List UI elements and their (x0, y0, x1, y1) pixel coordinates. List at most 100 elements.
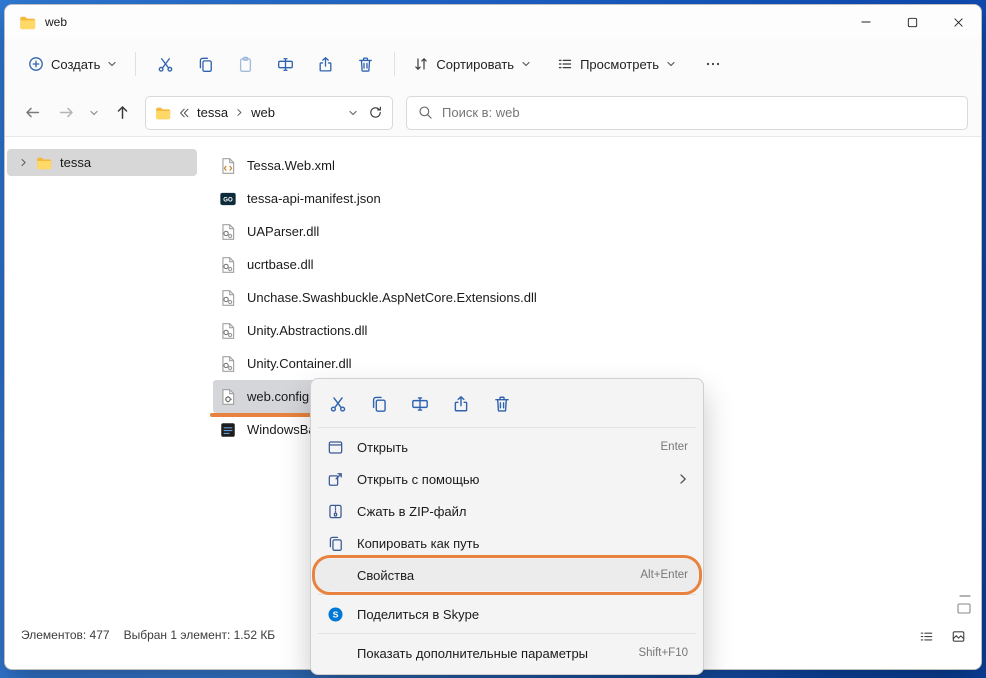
copy-button[interactable] (185, 45, 225, 83)
paste-button[interactable] (225, 45, 265, 83)
expand-chevron-icon[interactable] (19, 158, 28, 167)
file-row[interactable]: ucrtbase.dll (213, 248, 325, 281)
chevron-down-icon (107, 59, 117, 69)
dll-file-icon (219, 322, 237, 340)
forward-button[interactable] (49, 96, 83, 130)
refresh-icon[interactable] (368, 105, 383, 120)
toolbar-separator (135, 52, 136, 76)
more-options-button[interactable] (693, 45, 733, 83)
copy-path-icon (326, 534, 345, 553)
delete-button[interactable] (490, 390, 514, 418)
address-bar[interactable]: tessa web (145, 96, 393, 130)
history-chevron-button[interactable] (83, 96, 105, 130)
status-items-count: Элементов: 477 (21, 628, 110, 642)
sort-icon (413, 56, 429, 72)
share-button[interactable] (305, 45, 345, 83)
corner-box-icon (956, 602, 972, 615)
dll-file-icon (219, 223, 237, 241)
rename-icon (411, 395, 429, 413)
copy-button[interactable] (367, 390, 391, 418)
menu-item-shortcut: Alt+Enter (640, 569, 688, 581)
menu-item-copy-as-path[interactable]: Копировать как путь (316, 527, 698, 559)
dll-file-icon (219, 355, 237, 373)
delete-button[interactable] (345, 45, 385, 83)
folder-icon (19, 14, 36, 31)
file-name: Unity.Container.dll (247, 356, 352, 371)
menu-item-compress-zip[interactable]: Сжать в ZIP-файл (316, 495, 698, 527)
config-file-icon (219, 388, 237, 406)
share-button[interactable] (449, 390, 473, 418)
menu-item-properties[interactable]: Свойства Alt+Enter (316, 559, 698, 591)
details-view-icon (919, 629, 934, 644)
details-view-button[interactable] (913, 624, 939, 648)
file-name: tessa-api-manifest.json (247, 191, 381, 206)
open-icon (326, 438, 345, 457)
chevron-down-icon (666, 59, 676, 69)
thumbnail-view-button[interactable] (945, 624, 971, 648)
status-selection-size: Выбран 1 элемент: 1.52 КБ (124, 628, 276, 642)
menu-item-shortcut: Shift+F10 (638, 647, 688, 659)
menu-item-shortcut: Enter (661, 441, 689, 453)
menu-item-open-with[interactable]: Открыть с помощью (316, 463, 698, 495)
menu-item-share-skype[interactable]: S Поделиться в Skype (316, 598, 698, 630)
forward-arrow-icon (58, 104, 75, 121)
cut-button[interactable] (326, 390, 350, 418)
breadcrumb-chevron-icon[interactable] (235, 108, 244, 117)
file-row-selected[interactable]: web.config (213, 380, 321, 413)
search-input[interactable]: Поиск в: web (406, 96, 968, 130)
context-menu-icon-row (316, 384, 698, 424)
file-row[interactable]: Unity.Container.dll (213, 347, 364, 380)
folder-icon (155, 105, 171, 121)
cut-button[interactable] (145, 45, 185, 83)
back-button[interactable] (15, 96, 49, 130)
submenu-chevron-icon (678, 473, 688, 485)
maximize-button[interactable] (889, 5, 935, 39)
dash-icon (958, 593, 972, 599)
paste-icon (237, 56, 254, 73)
file-name: web.config (247, 389, 309, 404)
minimize-button[interactable] (843, 5, 889, 39)
up-button[interactable] (105, 96, 139, 130)
titlebar: web (5, 5, 981, 39)
up-arrow-icon (114, 104, 131, 121)
rename-button[interactable] (265, 45, 305, 83)
menu-item-label: Копировать как путь (357, 536, 688, 551)
share-icon (317, 56, 334, 73)
copy-icon (197, 56, 214, 73)
rename-button[interactable] (408, 390, 432, 418)
file-name: Tessa.Web.xml (247, 158, 335, 173)
navigation-pane: tessa (5, 137, 211, 619)
file-row[interactable]: Unity.Abstractions.dll (213, 314, 379, 347)
file-name: ucrtbase.dll (247, 257, 313, 272)
dark-file-icon (219, 421, 237, 439)
sidebar-item-label: tessa (60, 155, 91, 170)
menu-item-open[interactable]: Открыть Enter (316, 431, 698, 463)
close-button[interactable] (935, 5, 981, 39)
file-row[interactable]: UAParser.dll (213, 215, 331, 248)
search-placeholder: Поиск в: web (442, 105, 520, 120)
window-title: web (45, 15, 67, 29)
context-menu: Открыть Enter Открыть с помощью Сжать в … (310, 378, 704, 675)
copy-icon (370, 395, 388, 413)
sort-button[interactable]: Сортировать (404, 49, 540, 79)
new-button[interactable]: Создать (19, 49, 126, 79)
file-row[interactable]: GO tessa-api-manifest.json (213, 182, 393, 215)
breadcrumb-collapsed-icon[interactable] (178, 107, 190, 119)
cut-icon (329, 395, 347, 413)
menu-divider (318, 594, 696, 595)
file-row[interactable]: Unchase.Swashbuckle.AspNetCore.Extension… (213, 281, 549, 314)
menu-item-show-more-options[interactable]: Показать дополнительные параметры Shift+… (316, 637, 698, 669)
cut-icon (157, 56, 174, 73)
file-name: Unchase.Swashbuckle.AspNetCore.Extension… (247, 290, 537, 305)
view-button[interactable]: Просмотреть (548, 49, 685, 79)
scroll-corner (956, 593, 972, 615)
dll-file-icon (219, 289, 237, 307)
address-dropdown-chevron-icon[interactable] (348, 108, 358, 118)
skype-icon: S (326, 605, 345, 624)
file-row[interactable]: Tessa.Web.xml (213, 149, 347, 182)
breadcrumb-item-tessa[interactable]: tessa (197, 105, 228, 120)
breadcrumb-item-web[interactable]: web (251, 105, 275, 120)
back-arrow-icon (24, 104, 41, 121)
sidebar-item-tessa[interactable]: tessa (7, 149, 197, 176)
chevron-down-icon (89, 108, 99, 118)
